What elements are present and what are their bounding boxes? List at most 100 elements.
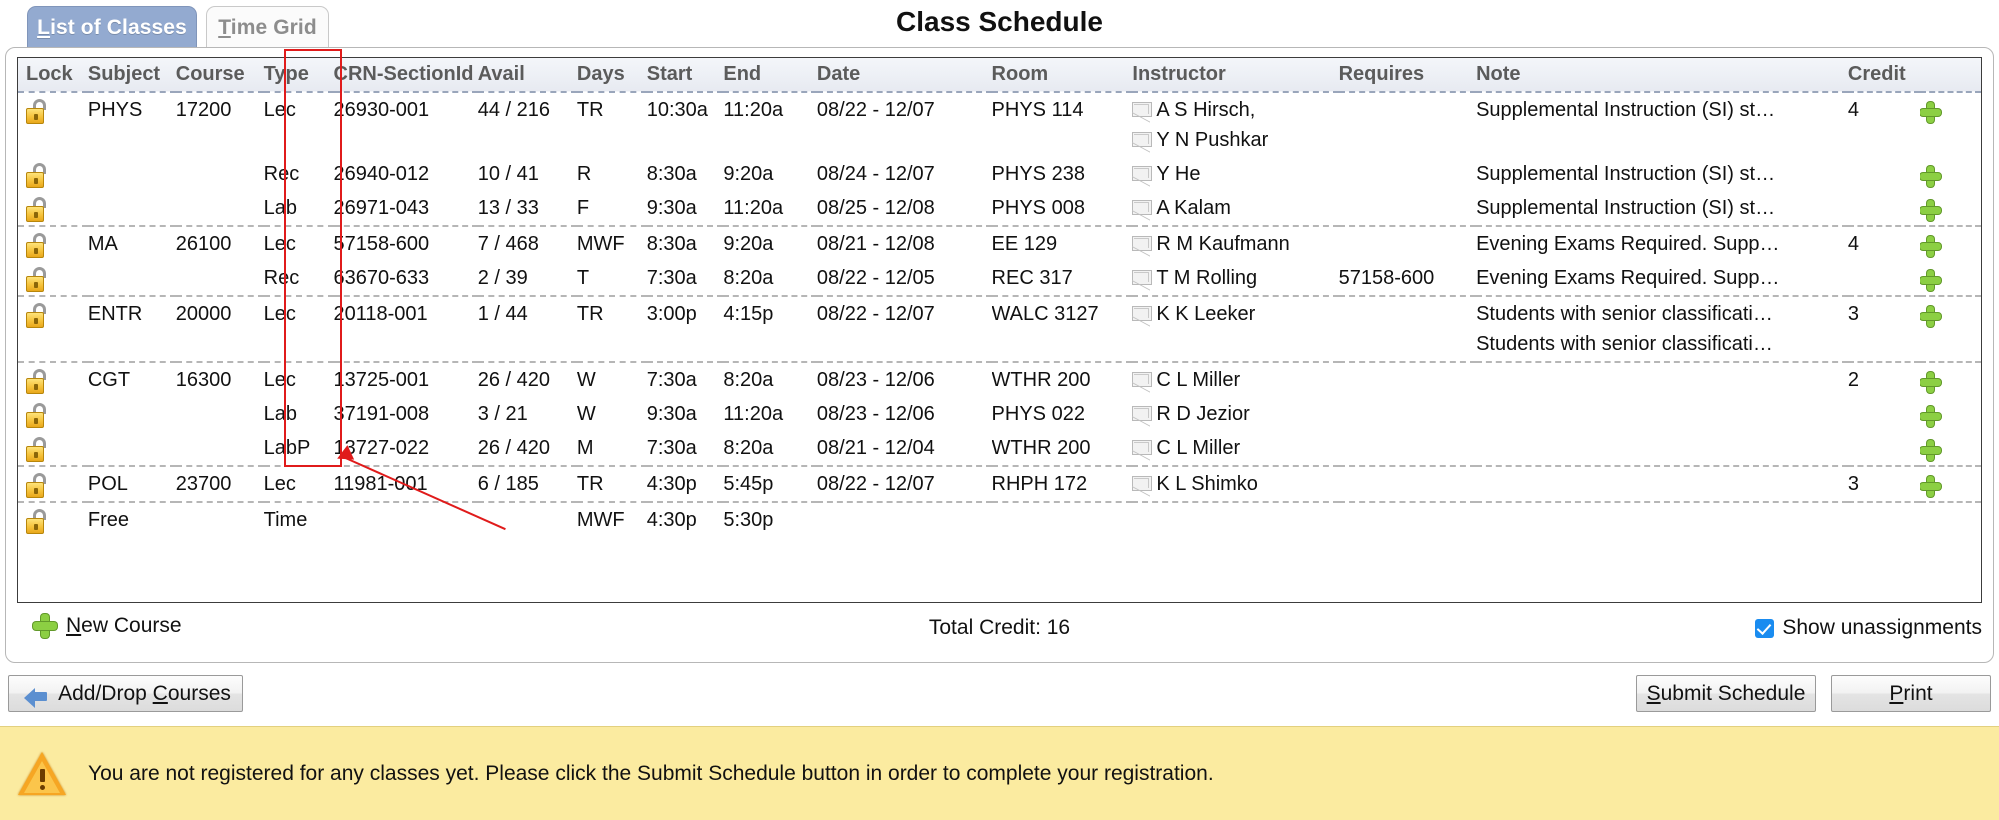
add-section-plus-icon[interactable]	[1920, 166, 1942, 188]
mail-icon[interactable]	[1132, 270, 1153, 286]
add-cell[interactable]	[1920, 261, 1981, 296]
add-cell[interactable]	[1920, 295, 1981, 362]
instructor-entry[interactable]: Y N Pushkar	[1132, 125, 1338, 155]
lock-open-icon[interactable]	[26, 196, 48, 223]
mail-icon[interactable]	[1132, 166, 1153, 182]
instructor-entry[interactable]: Y He	[1132, 159, 1338, 189]
lock-open-icon[interactable]	[26, 302, 48, 329]
col-header-requires[interactable]: Requires	[1338, 58, 1477, 93]
add-cell[interactable]	[1920, 431, 1981, 466]
type-cell: Lab	[263, 197, 298, 219]
table-row[interactable]: PHYS 17200 Lec 26930-001 44 / 216 TR 10:30a 11:…	[18, 92, 1981, 157]
col-header-subject[interactable]: Subject	[87, 58, 176, 93]
add-section-plus-icon[interactable]	[1920, 476, 1942, 498]
instructor-entry[interactable]: R D Jezior	[1132, 399, 1338, 429]
instructor-entry[interactable]: T M Rolling	[1132, 263, 1338, 293]
instructor-entry[interactable]: C L Miller	[1132, 365, 1338, 395]
lock-cell[interactable]	[18, 261, 88, 296]
lock-open-icon[interactable]	[26, 368, 48, 395]
instructor-entry[interactable]: K L Shimko	[1132, 469, 1338, 499]
lock-cell[interactable]	[18, 191, 88, 226]
add-cell[interactable]	[1920, 361, 1981, 397]
lock-cell[interactable]	[18, 157, 88, 191]
col-header-days[interactable]: Days	[576, 58, 647, 93]
add-drop-courses-button[interactable]: Add/Drop Courses	[8, 675, 243, 712]
instructor-entry[interactable]: A Kalam	[1132, 193, 1338, 223]
type-cell: Lec	[263, 225, 334, 261]
instructor-name: C L Miller	[1156, 437, 1241, 459]
col-header-note[interactable]: Note	[1476, 58, 1848, 93]
lock-cell[interactable]	[18, 295, 88, 362]
show-unassignments-toggle[interactable]: Show unassignments	[1755, 616, 1982, 640]
col-header-date[interactable]: Date	[816, 58, 992, 93]
instructor-entry[interactable]: K K Leeker	[1132, 299, 1338, 329]
table-row[interactable]: Lab 37191-008 3 / 21 W 9:30a 11:20a 08/23 - 12…	[18, 397, 1981, 431]
lock-open-icon[interactable]	[26, 266, 48, 293]
mail-icon[interactable]	[1132, 102, 1153, 118]
add-cell[interactable]	[1920, 92, 1981, 157]
col-header-avail[interactable]: Avail	[477, 58, 577, 93]
table-row[interactable]: ENTR 20000 Lec 20118-001 1 / 44 TR 3:00p 4:15p 0…	[18, 295, 1981, 362]
table-row[interactable]: CGT 16300 Lec 13725-001 26 / 420 W 7:30a 8:20a 0…	[18, 361, 1981, 397]
lock-open-icon[interactable]	[26, 402, 48, 429]
add-cell[interactable]	[1920, 225, 1981, 261]
table-row[interactable]: Free Time MWF 4:30p 5:30p	[18, 501, 1981, 537]
lock-open-icon[interactable]	[26, 436, 48, 463]
table-row[interactable]: Rec 63670-633 2 / 39 T 7:30a 8:20a 08/22 - 12/…	[18, 261, 1981, 296]
mail-icon[interactable]	[1132, 200, 1153, 216]
col-header-start[interactable]: Start	[646, 58, 724, 93]
lock-open-icon[interactable]	[26, 472, 48, 499]
lock-cell[interactable]	[18, 92, 88, 157]
mail-icon[interactable]	[1132, 476, 1153, 492]
mail-icon[interactable]	[1132, 406, 1153, 422]
submit-schedule-button[interactable]: Submit Schedule	[1636, 675, 1816, 712]
lock-cell[interactable]	[18, 225, 88, 261]
lock-cell[interactable]	[18, 361, 88, 397]
col-header-end[interactable]: End	[723, 58, 817, 93]
col-header-course[interactable]: Course	[175, 58, 264, 93]
page-title: Class Schedule	[896, 6, 1103, 37]
lock-cell[interactable]	[18, 465, 88, 502]
col-header-crn-sectionid[interactable]: CRN-SectionId	[333, 58, 478, 93]
note-cell	[1476, 501, 1848, 537]
add-section-plus-icon[interactable]	[1920, 200, 1942, 222]
instructor-entry[interactable]: C L Miller	[1132, 433, 1338, 463]
instructor-entry[interactable]: R M Kaufmann	[1132, 229, 1338, 259]
col-header-type[interactable]: Type	[263, 58, 334, 93]
add-section-plus-icon[interactable]	[1920, 236, 1942, 258]
add-cell[interactable]	[1920, 397, 1981, 431]
lock-cell[interactable]	[18, 431, 88, 466]
mail-icon[interactable]	[1132, 132, 1153, 148]
lock-open-icon[interactable]	[26, 232, 48, 259]
col-header-room[interactable]: Room	[991, 58, 1133, 93]
add-section-plus-icon[interactable]	[1920, 306, 1942, 328]
add-cell[interactable]	[1920, 157, 1981, 191]
lock-cell[interactable]	[18, 397, 88, 431]
col-header-instructor[interactable]: Instructor	[1132, 58, 1339, 93]
table-row[interactable]: MA 26100 Lec 57158-600 7 / 468 MWF 8:30a 9:20a 0…	[18, 225, 1981, 261]
add-section-plus-icon[interactable]	[1920, 102, 1942, 124]
lock-open-icon[interactable]	[26, 98, 48, 125]
instructor-entry[interactable]: A S Hirsch,	[1132, 95, 1338, 125]
mail-icon[interactable]	[1132, 440, 1153, 456]
add-section-plus-icon[interactable]	[1920, 270, 1942, 292]
add-section-plus-icon[interactable]	[1920, 372, 1942, 394]
mail-icon[interactable]	[1132, 306, 1153, 322]
lock-cell[interactable]	[18, 501, 88, 537]
table-row[interactable]: LabP 13727-022 26 / 420 M 7:30a 8:20a 08/21 - …	[18, 431, 1981, 466]
lock-open-icon[interactable]	[26, 162, 48, 189]
add-cell[interactable]	[1920, 465, 1981, 502]
print-button[interactable]: Print	[1831, 675, 1991, 712]
show-unassignments-checkbox[interactable]	[1755, 618, 1775, 638]
mail-icon[interactable]	[1132, 236, 1153, 252]
col-header-lock[interactable]: Lock	[18, 58, 88, 93]
mail-icon[interactable]	[1132, 372, 1153, 388]
add-cell[interactable]	[1920, 191, 1981, 226]
table-row[interactable]: Lab 26971-043 13 / 33 F 9:30a 11:20a 08/25 - 1…	[18, 191, 1981, 226]
col-header-credit[interactable]: Credit	[1847, 58, 1921, 93]
table-row[interactable]: POL 23700 Lec 11981-001 6 / 185 TR 4:30p 5:45p 0…	[18, 465, 1981, 502]
table-row[interactable]: Rec 26940-012 10 / 41 R 8:30a 9:20a 08/24 - 12…	[18, 157, 1981, 191]
add-section-plus-icon[interactable]	[1920, 440, 1942, 462]
add-section-plus-icon[interactable]	[1920, 406, 1942, 428]
lock-open-icon[interactable]	[26, 508, 48, 535]
